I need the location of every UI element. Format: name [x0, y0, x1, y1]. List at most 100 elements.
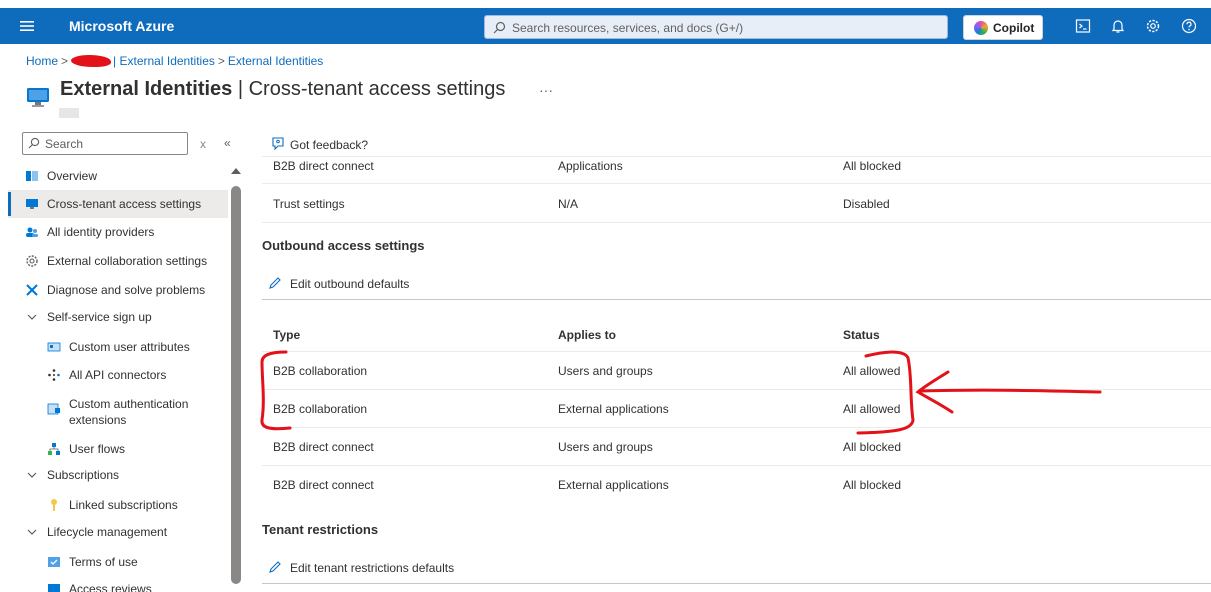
portal-brand[interactable]: Microsoft Azure: [69, 18, 174, 34]
nav-group-self-service-sign-up[interactable]: Self-service sign up: [8, 303, 228, 331]
search-placeholder: Search resources, services, and docs (G+…: [512, 21, 744, 35]
nav-item-custom-user-attributes[interactable]: Custom user attributes: [8, 333, 228, 361]
page-title: External Identities | Cross-tenant acces…: [60, 78, 505, 101]
nav-item-label: All identity providers: [47, 225, 155, 239]
nav-item-cross-tenant-access-settings[interactable]: Cross-tenant access settings: [8, 190, 228, 218]
chevron-down-icon: [27, 472, 37, 478]
cell-type: B2B direct connect: [273, 159, 374, 173]
table-row[interactable]: B2B direct connect Users and groups All …: [262, 428, 1211, 466]
more-options-button[interactable]: ···: [539, 82, 553, 98]
nav-item-label: Terms of use: [69, 555, 138, 569]
table-row[interactable]: B2B collaboration Users and groups All a…: [262, 352, 1211, 390]
settings-icon[interactable]: [1145, 18, 1161, 34]
attributes-icon: [47, 342, 61, 352]
cell-type: Trust settings: [273, 197, 345, 211]
nav-item-label: Self-service sign up: [47, 310, 152, 324]
extension-icon: [47, 403, 60, 415]
copilot-button[interactable]: Copilot: [963, 15, 1043, 40]
nav-item-all-api-connectors[interactable]: All API connectors: [8, 361, 228, 389]
divider: [262, 299, 1211, 300]
left-navigation: Overview Cross-tenant access settings Al…: [8, 162, 228, 592]
global-search-input[interactable]: Search resources, services, and docs (G+…: [484, 15, 948, 39]
search-icon: [28, 137, 40, 149]
overview-icon: [26, 171, 38, 181]
column-header-type[interactable]: Type: [273, 328, 300, 342]
breadcrumb-home[interactable]: Home: [26, 54, 58, 68]
column-header-applies-to[interactable]: Applies to: [558, 328, 616, 342]
nav-item-label: Custom user attributes: [69, 340, 190, 354]
nav-item-label-line2: extensions: [69, 413, 127, 427]
nav-group-lifecycle-management[interactable]: Lifecycle management: [8, 518, 228, 546]
pencil-icon: [269, 277, 281, 289]
cell-status: Disabled: [843, 197, 890, 211]
nav-item-overview[interactable]: Overview: [8, 162, 228, 190]
nav-item-diagnose-and-solve-problems[interactable]: Diagnose and solve problems: [8, 276, 228, 304]
edit-tenant-restrictions-label: Edit tenant restrictions defaults: [290, 561, 455, 575]
cell-status: All allowed: [843, 402, 901, 416]
cloud-shell-icon[interactable]: [1075, 18, 1091, 34]
search-icon: [493, 21, 506, 34]
divider: [262, 583, 1211, 584]
column-header-status[interactable]: Status: [843, 328, 880, 342]
nav-search-placeholder: Search: [45, 137, 84, 151]
notifications-icon[interactable]: [1110, 18, 1126, 34]
cell-applies-to: Users and groups: [558, 364, 653, 378]
nav-item-user-flows[interactable]: User flows: [8, 435, 228, 463]
table-row[interactable]: B2B collaboration External applications …: [262, 390, 1211, 428]
nav-item-label: Custom authentication: [69, 397, 189, 411]
nav-item-custom-authentication-extensions[interactable]: Custom authentication extensions: [8, 390, 228, 428]
page-title-secondary: | Cross-tenant access settings: [232, 78, 506, 100]
nav-item-terms-of-use[interactable]: Terms of use: [8, 548, 228, 576]
breadcrumb-external-identities-current[interactable]: External Identities: [228, 54, 323, 68]
chevron-down-icon: [27, 529, 37, 535]
hamburger-menu-icon[interactable]: [18, 17, 36, 35]
api-connectors-icon: [48, 369, 60, 381]
cell-type: B2B collaboration: [273, 364, 368, 378]
nav-item-label: Diagnose and solve problems: [47, 283, 206, 297]
table-header-row: Type Applies to Status: [262, 314, 1211, 352]
clear-search-button[interactable]: x: [200, 137, 208, 151]
cell-applies-to: Applications: [558, 159, 623, 173]
edit-outbound-label: Edit outbound defaults: [290, 277, 410, 291]
nav-scrollbar-thumb[interactable]: [231, 186, 241, 584]
nav-item-label: Subscriptions: [47, 468, 120, 482]
page-title-primary: External Identities: [60, 78, 233, 100]
nav-group-subscriptions[interactable]: Subscriptions: [8, 461, 228, 489]
gear-icon: [26, 255, 38, 267]
top-bar: Microsoft Azure Search resources, servic…: [0, 0, 1211, 44]
cell-status: All blocked: [843, 478, 902, 492]
access-reviews-icon: [48, 584, 60, 592]
nav-item-label: Linked subscriptions: [69, 498, 178, 512]
nav-item-label: External collaboration settings: [47, 254, 208, 268]
cell-status: All blocked: [843, 440, 902, 454]
cell-status: All allowed: [843, 364, 901, 378]
nav-item-access-reviews[interactable]: Access reviews: [8, 575, 228, 592]
cell-applies-to: External applications: [558, 478, 669, 492]
section-title-tenant-restrictions: Tenant restrictions: [262, 522, 379, 537]
nav-item-label: User flows: [69, 442, 126, 456]
nav-item-label: All API connectors: [69, 368, 167, 382]
terms-icon: [48, 557, 60, 567]
nav-item-label: Access reviews: [69, 582, 152, 592]
nav-item-label: Lifecycle management: [47, 525, 168, 539]
nav-item-label: Overview: [47, 169, 98, 183]
table-row[interactable]: B2B direct connect External applications…: [262, 466, 1211, 504]
breadcrumb-separator: |: [113, 54, 117, 68]
scroll-up-arrow[interactable]: [231, 168, 241, 174]
cell-applies-to: Users and groups: [558, 440, 653, 454]
main-content: Got feedback? B2B direct connect Applica…: [256, 126, 1211, 592]
help-icon[interactable]: [1181, 18, 1197, 34]
pencil-icon: [269, 561, 281, 573]
nav-item-linked-subscriptions[interactable]: Linked subscriptions: [8, 491, 228, 519]
collapse-nav-button[interactable]: «: [224, 136, 231, 150]
breadcrumb-external-identities[interactable]: External Identities: [120, 54, 215, 68]
nav-item-all-identity-providers[interactable]: All identity providers: [8, 218, 228, 246]
cell-applies-to: External applications: [558, 402, 669, 416]
monitor-icon: [26, 199, 38, 209]
nav-item-external-collaboration-settings[interactable]: External collaboration settings: [8, 247, 228, 275]
chevron-right-icon: >: [217, 54, 225, 68]
users-icon: [26, 227, 38, 237]
copilot-icon: [974, 21, 988, 35]
nav-search-input[interactable]: Search: [22, 132, 188, 155]
nav-item-label: Cross-tenant access settings: [47, 197, 202, 211]
